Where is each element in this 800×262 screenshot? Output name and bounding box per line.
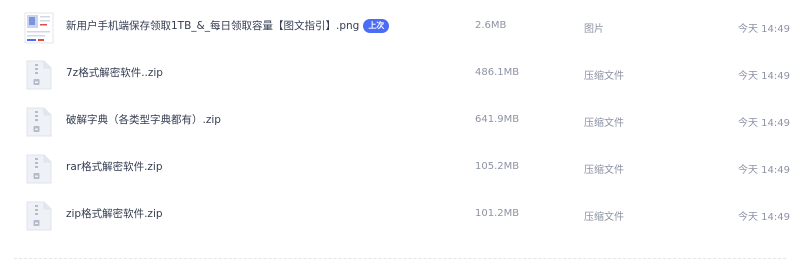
zip-file-icon[interactable] xyxy=(24,59,54,91)
last-opened-badge: 上次 xyxy=(363,19,390,33)
file-time: 今天 14:49 xyxy=(738,165,790,176)
file-name-text: 新用户手机端保存领取1TB_&_每日领取容量【图文指引】.png xyxy=(66,20,360,32)
file-type: 压缩文件 xyxy=(584,71,624,82)
file-row[interactable]: rar格式解密软件.zip 105.2MB 压缩文件 今天 14:49 xyxy=(0,145,800,191)
file-list: 新用户手机端保存领取1TB_&_每日领取容量【图文指引】.png 上次 2.6MB… xyxy=(0,0,800,262)
file-name[interactable]: 破解字典（各类型字典都有）.zip xyxy=(66,113,221,127)
file-row[interactable]: 新用户手机端保存领取1TB_&_每日领取容量【图文指引】.png 上次 2.6MB… xyxy=(0,4,800,50)
file-time: 今天 14:49 xyxy=(738,24,790,35)
file-type: 压缩文件 xyxy=(584,165,624,176)
file-type: 压缩文件 xyxy=(584,118,624,129)
list-bottom-divider xyxy=(14,258,786,259)
file-row[interactable]: 破解字典（各类型字典都有）.zip 641.9MB 压缩文件 今天 14:49 xyxy=(0,98,800,144)
file-type: 压缩文件 xyxy=(584,212,624,223)
file-name[interactable]: zip格式解密软件.zip xyxy=(66,207,163,221)
file-type: 图片 xyxy=(584,24,604,35)
file-size: 105.2MB xyxy=(475,161,520,172)
file-size: 641.9MB xyxy=(475,114,520,125)
file-row[interactable]: 7z格式解密软件..zip 486.1MB 压缩文件 今天 14:49 xyxy=(0,51,800,97)
file-time: 今天 14:49 xyxy=(738,212,790,223)
image-thumbnail-icon[interactable] xyxy=(24,12,54,44)
file-row[interactable]: zip格式解密软件.zip 101.2MB 压缩文件 今天 14:49 xyxy=(0,192,800,238)
file-size: 101.2MB xyxy=(475,208,520,219)
file-name[interactable]: 7z格式解密软件..zip xyxy=(66,66,163,80)
file-name[interactable]: 新用户手机端保存领取1TB_&_每日领取容量【图文指引】.png 上次 xyxy=(66,19,390,33)
file-time: 今天 14:49 xyxy=(738,118,790,129)
zip-file-icon[interactable] xyxy=(24,106,54,138)
zip-file-icon[interactable] xyxy=(24,200,54,232)
file-name[interactable]: rar格式解密软件.zip xyxy=(66,160,163,174)
file-time: 今天 14:49 xyxy=(738,71,790,82)
zip-file-icon[interactable] xyxy=(24,153,54,185)
file-size: 2.6MB xyxy=(475,20,507,31)
file-size: 486.1MB xyxy=(475,67,520,78)
